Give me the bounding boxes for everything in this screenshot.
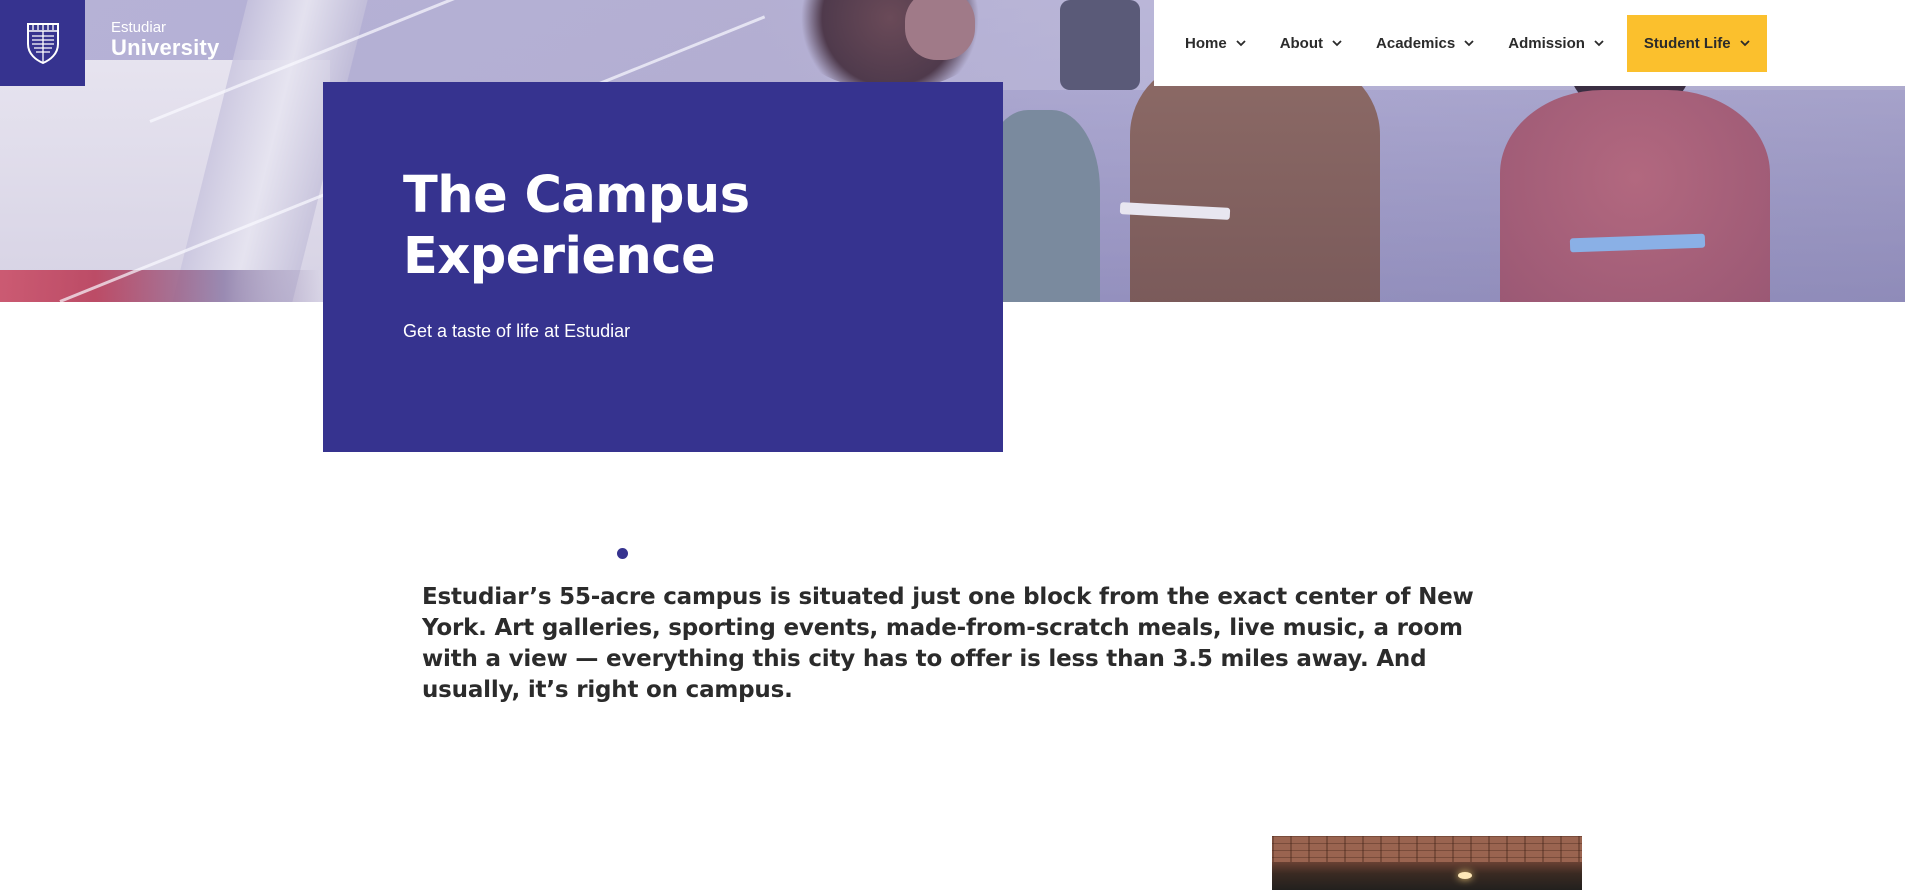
ceiling-light [1458, 872, 1472, 879]
chevron-down-icon [1739, 39, 1750, 47]
brand-line1: Estudiar [111, 19, 167, 36]
nav-item-admission[interactable]: Admission [1491, 15, 1621, 72]
chevron-down-icon [1594, 39, 1604, 47]
campus-building-image [1272, 836, 1582, 890]
nav-item-label: Student Life [1643, 34, 1731, 52]
nav-item-student-life[interactable]: Student Life [1626, 14, 1767, 72]
logo[interactable] [0, 0, 85, 86]
page-title: The Campus Experience [403, 166, 750, 286]
nav-item-home[interactable]: Home [1168, 15, 1263, 72]
hero-person [1060, 0, 1140, 90]
hero-person [1130, 60, 1380, 302]
brick-facade [1272, 836, 1582, 862]
main-nav: Home About Academics Admission Student L… [1154, 0, 1908, 86]
nav-item-label: Home [1185, 34, 1227, 52]
nav-item-about[interactable]: About [1263, 15, 1359, 72]
nav-item-academics[interactable]: Academics [1359, 15, 1491, 72]
hero-person [905, 0, 975, 60]
page-subtitle: Get a taste of life at Estudiar [403, 321, 631, 341]
nav-item-label: Academics [1376, 34, 1456, 52]
hero-title-card: The Campus Experience Get a taste of lif… [323, 82, 1003, 452]
nav-item-label: About [1279, 34, 1324, 52]
brand-name[interactable]: Estudiar University [111, 19, 219, 60]
shield-crest-icon [26, 23, 59, 64]
chevron-down-icon [1332, 39, 1342, 47]
brand-line2: University [111, 35, 220, 60]
nav-item-label: Admission [1508, 34, 1585, 52]
hero-red-bench [0, 270, 320, 302]
intro-paragraph: Estudiar’s 55-acre campus is situated ju… [422, 584, 1474, 703]
chevron-down-icon [1236, 39, 1246, 47]
chevron-down-icon [1464, 39, 1474, 47]
hero-person [1500, 90, 1770, 302]
decorative-dot [617, 548, 628, 559]
